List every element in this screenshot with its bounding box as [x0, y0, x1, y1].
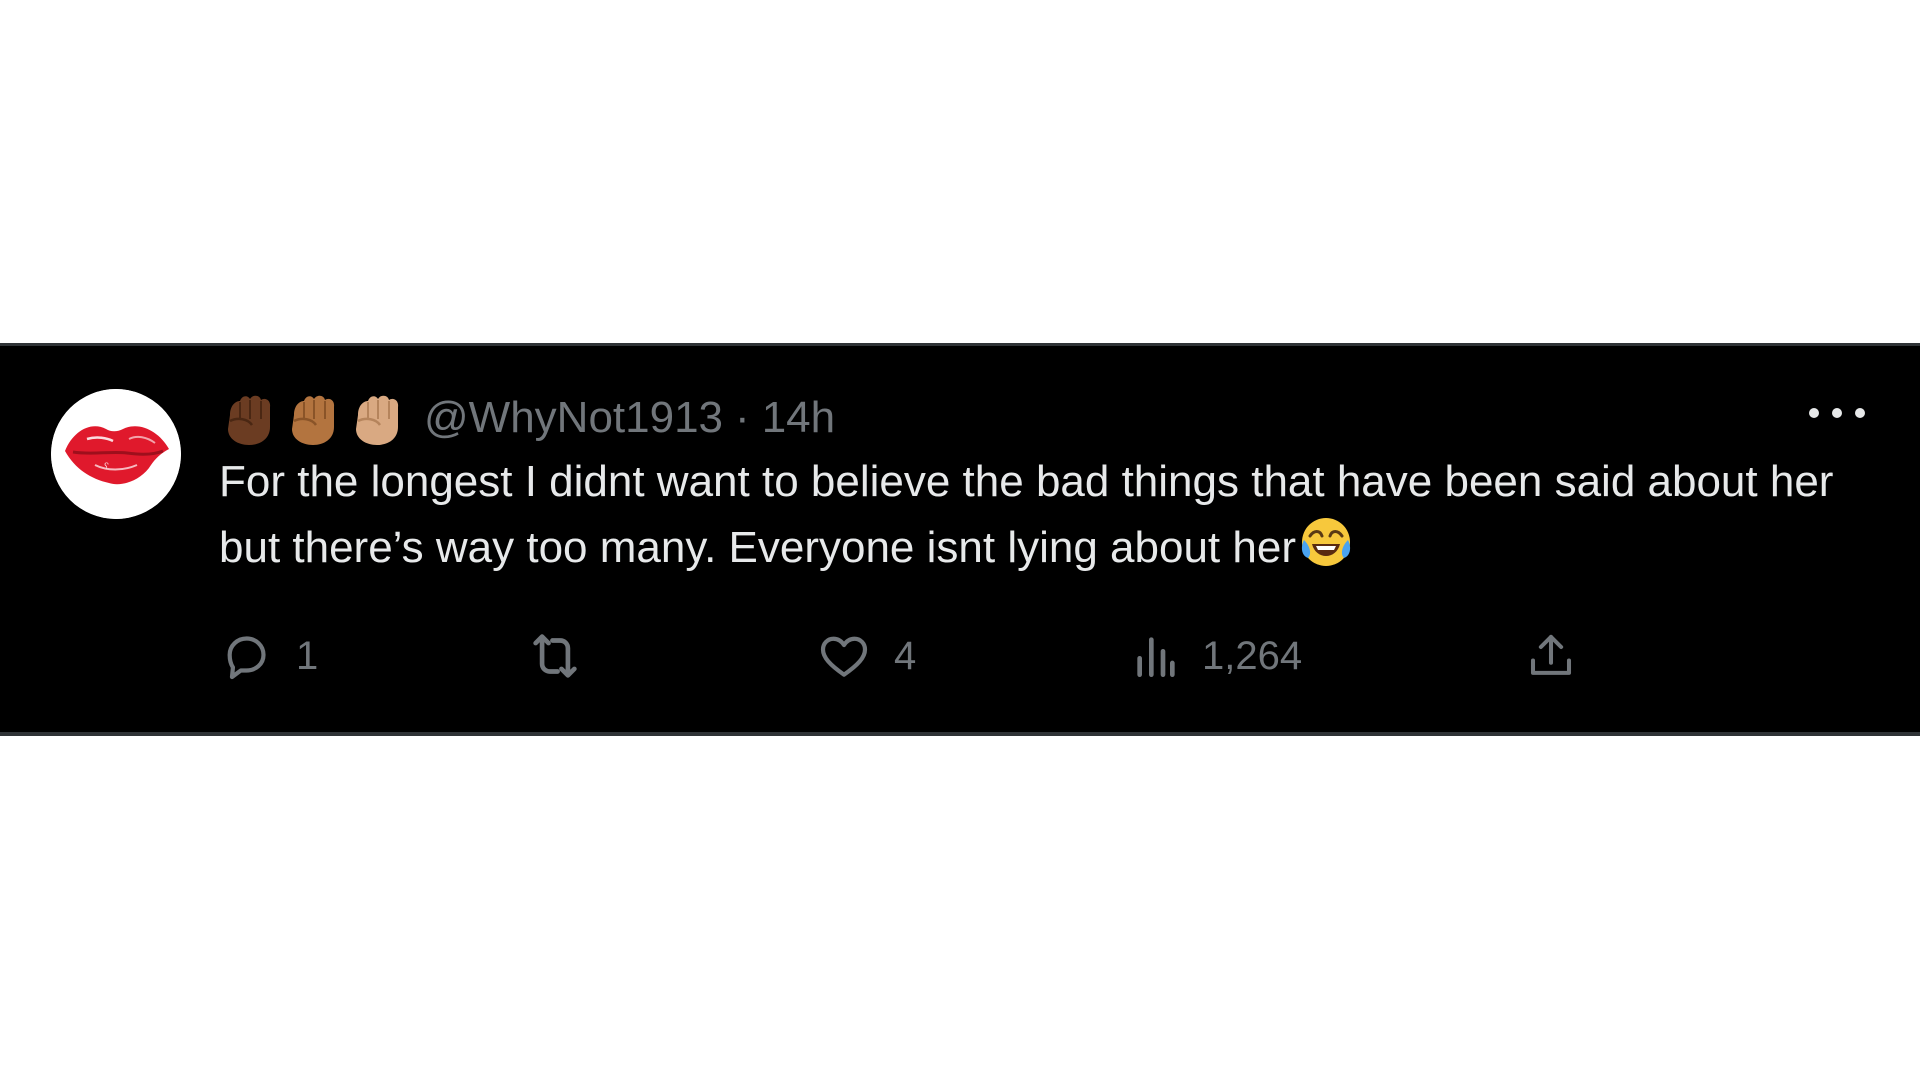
like-count: 4 [894, 634, 917, 678]
tweet-card[interactable]: ␦ @WhyNot1913 · 14h For the longest I di… [0, 343, 1920, 736]
red-lips-icon: ␦ [51, 389, 181, 519]
views-button[interactable]: 1,264 [1132, 626, 1302, 686]
views-count: 1,264 [1202, 634, 1303, 678]
more-dot [1832, 408, 1842, 418]
page-canvas: ␦ @WhyNot1913 · 14h For the longest I di… [0, 0, 1920, 1080]
tweet-actions: 1 4 1,264 [218, 626, 1638, 686]
author-handle[interactable]: @WhyNot1913 [424, 388, 723, 448]
more-horizontal-icon [1809, 408, 1819, 418]
more-dot [1855, 408, 1865, 418]
raised-fist-light-skin-icon [348, 389, 406, 447]
header-separator: · [735, 393, 750, 442]
tweet-body: For the longest I didnt want to believe … [219, 450, 1839, 588]
tweet-timestamp[interactable]: 14h [762, 388, 835, 448]
reply-count: 1 [296, 634, 319, 678]
tweet-header: @WhyNot1913 · 14h [220, 388, 835, 448]
share-icon [1530, 634, 1572, 675]
share-button[interactable] [1524, 626, 1578, 686]
avatar[interactable]: ␦ [51, 389, 181, 519]
retweet-button[interactable] [524, 626, 608, 686]
tweet-text: For the longest I didnt want to believe … [219, 457, 1834, 572]
raised-fist-dark-skin-icon [220, 389, 278, 447]
face-with-tears-of-joy-icon [1298, 514, 1354, 588]
like-button[interactable]: 4 [816, 626, 916, 686]
svg-text:␦: ␦ [103, 462, 110, 472]
heart-icon [820, 636, 868, 677]
raised-fist-medium-skin-icon [284, 389, 342, 447]
author-display-name[interactable] [220, 389, 406, 447]
reply-icon [227, 636, 266, 680]
retweet-icon [533, 634, 577, 678]
more-options-button[interactable] [1809, 398, 1865, 428]
reply-button[interactable]: 1 [218, 626, 318, 686]
views-icon [1137, 637, 1175, 677]
